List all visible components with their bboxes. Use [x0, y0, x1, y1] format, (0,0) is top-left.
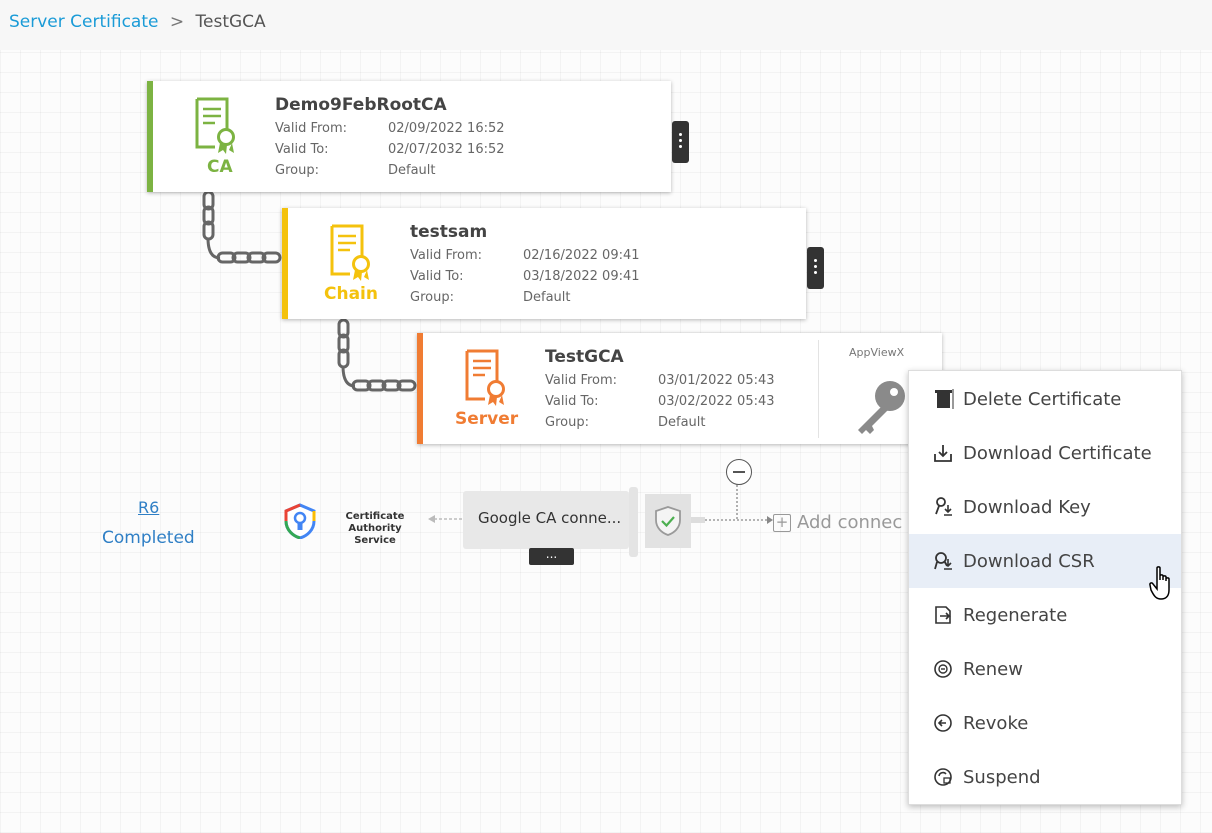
- connector-arrow-icon: [428, 515, 464, 523]
- menu-item-label: Revoke: [963, 712, 1029, 734]
- connector-label: Google CA conne...: [478, 509, 622, 527]
- certificate-name: Demo9FebRootCA: [275, 95, 447, 115]
- key-icon: [858, 381, 905, 434]
- menu-item-download-key[interactable]: Download Key: [909, 480, 1181, 534]
- group-value: Default: [388, 163, 436, 178]
- suspend-icon: [934, 768, 952, 786]
- ca-service-name-line2: Service: [354, 535, 396, 546]
- key-download-icon: [935, 497, 952, 516]
- certificate-card-chain[interactable]: Chain testsam Valid From: 02/16/2022 09:4…: [282, 208, 806, 319]
- hand-cursor-icon: [1149, 566, 1170, 600]
- revoke-icon: [934, 714, 952, 732]
- group-label: Group:: [410, 290, 454, 305]
- menu-item-revoke[interactable]: Revoke: [909, 696, 1181, 750]
- valid-to-value: 03/18/2022 09:41: [523, 269, 640, 284]
- run-id-link[interactable]: R6: [138, 498, 159, 517]
- certificate-type-label: Chain: [324, 284, 378, 304]
- connector-divider: [629, 487, 638, 557]
- plus-icon: +: [773, 514, 791, 532]
- connector-dashed-lines: [691, 481, 773, 524]
- valid-from-value: 03/01/2022 05:43: [658, 373, 775, 388]
- certificate-type-label: CA: [207, 157, 233, 177]
- menu-item-download-csr[interactable]: Download CSR: [909, 534, 1181, 588]
- download-tray-icon: [934, 445, 952, 462]
- policy-node[interactable]: [645, 494, 691, 548]
- menu-item-delete-certificate[interactable]: Delete Certificate: [909, 372, 1181, 426]
- collapse-icon[interactable]: [726, 459, 752, 485]
- menu-item-label: Download CSR: [963, 550, 1095, 572]
- header-bar: Server Certificate > TestGCA: [0, 0, 1212, 50]
- menu-item-suspend[interactable]: Suspend: [909, 750, 1181, 804]
- certificate-details: Valid From: 02/16/2022 09:41 Valid To: 03/…: [410, 245, 640, 308]
- certificate-type-label: Server: [455, 409, 519, 429]
- certificate-card-ca[interactable]: CA Demo9FebRootCA Valid From: 02/09/2022 …: [147, 81, 671, 192]
- certificate-name: testsam: [410, 222, 488, 242]
- card-more-menu-button[interactable]: [807, 247, 824, 289]
- csr-download-icon: [934, 552, 952, 570]
- run-status: Completed: [102, 528, 195, 548]
- group-value: Default: [523, 290, 571, 305]
- valid-to-label: Valid To:: [410, 269, 464, 284]
- valid-from-value: 02/09/2022 16:52: [388, 121, 505, 136]
- certificate-name: TestGCA: [545, 347, 624, 367]
- group-label: Group:: [545, 415, 589, 430]
- certificate-icon: [465, 349, 505, 406]
- ca-service-name: Certificate Authority Service: [319, 511, 431, 547]
- valid-from-label: Valid From:: [545, 373, 618, 388]
- trash-icon: [935, 389, 954, 409]
- certificate-icon: [330, 224, 370, 281]
- chain-link-icon: [202, 190, 282, 264]
- ca-service-name-line1: Certificate Authority: [345, 511, 405, 534]
- chain-link-icon: [337, 318, 417, 392]
- connector-more-button[interactable]: ...: [529, 548, 574, 565]
- add-connector-button[interactable]: + Add connec: [773, 512, 902, 533]
- menu-item-label: Download Key: [963, 496, 1091, 518]
- valid-from-label: Valid From:: [410, 248, 483, 263]
- certificate-icon: [195, 97, 235, 154]
- valid-to-label: Valid To:: [275, 142, 329, 157]
- valid-to-value: 03/02/2022 05:43: [658, 394, 775, 409]
- menu-item-label: Regenerate: [963, 604, 1068, 626]
- breadcrumb: Server Certificate > TestGCA: [9, 12, 266, 32]
- valid-from-label: Valid From:: [275, 121, 348, 136]
- menu-item-label: Download Certificate: [963, 442, 1152, 464]
- breadcrumb-separator: >: [169, 12, 185, 32]
- menu-item-download-certificate[interactable]: Download Certificate: [909, 426, 1181, 480]
- regenerate-icon: [935, 606, 951, 624]
- valid-from-value: 02/16/2022 09:41: [523, 248, 640, 263]
- group-value: Default: [658, 415, 706, 430]
- card-more-menu-button[interactable]: [672, 121, 689, 163]
- key-source-label: AppViewX: [849, 346, 905, 359]
- renew-icon: [934, 660, 952, 678]
- menu-item-renew[interactable]: Renew: [909, 642, 1181, 696]
- menu-item-label: Delete Certificate: [963, 388, 1122, 410]
- google-cas-logo-icon: [284, 503, 316, 539]
- menu-item-regenerate[interactable]: Regenerate: [909, 588, 1181, 642]
- shield-check-icon: [655, 506, 681, 536]
- group-label: Group:: [275, 163, 319, 178]
- valid-to-value: 02/07/2032 16:52: [388, 142, 505, 157]
- certificate-details: Valid From: 02/09/2022 16:52 Valid To: 02/…: [275, 118, 505, 181]
- add-connector-label: Add connec: [797, 512, 903, 533]
- menu-item-label: Suspend: [963, 766, 1041, 788]
- card-divider: [818, 340, 819, 438]
- menu-item-label: Renew: [963, 658, 1023, 680]
- certificate-details: Valid From: 03/01/2022 05:43 Valid To: 03/…: [545, 370, 775, 433]
- breadcrumb-server-certificate[interactable]: Server Certificate: [9, 12, 158, 32]
- certificate-context-menu: Delete Certificate Download Certificate …: [908, 370, 1182, 805]
- valid-to-label: Valid To:: [545, 394, 599, 409]
- breadcrumb-current: TestGCA: [195, 12, 266, 32]
